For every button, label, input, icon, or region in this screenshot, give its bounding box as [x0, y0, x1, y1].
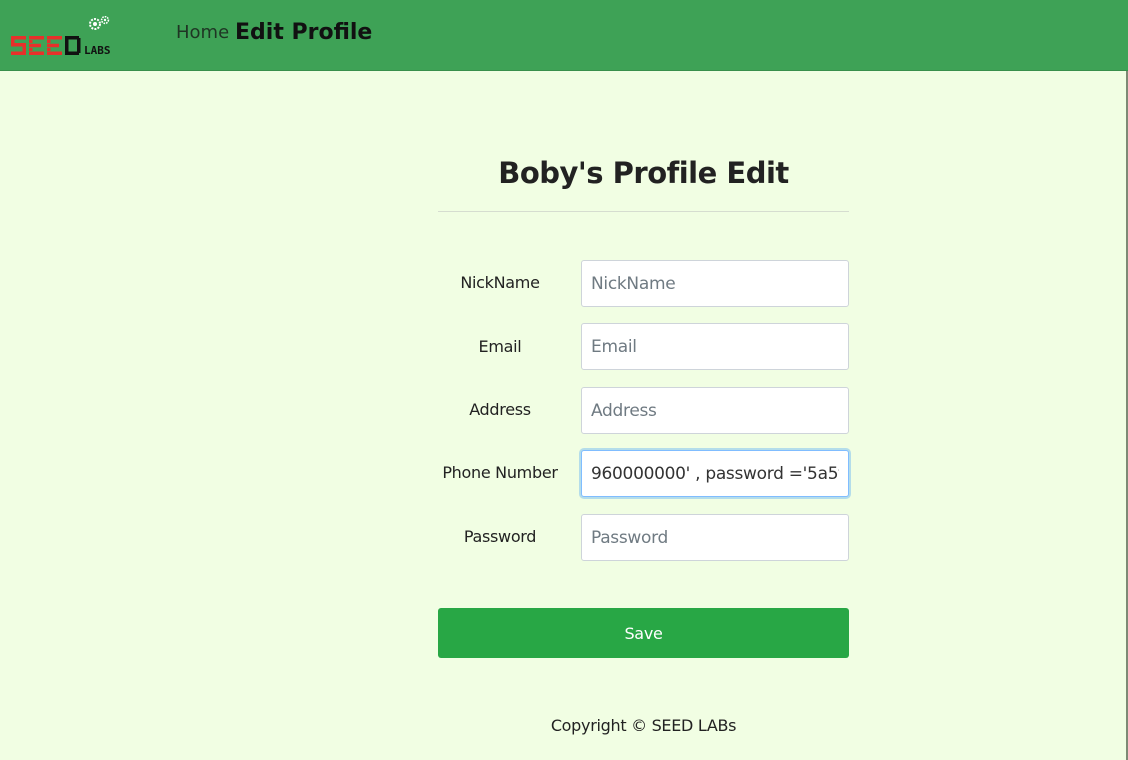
- footer-copyright: Copyright © SEED LABs: [550, 716, 737, 735]
- password-label: Password: [463, 527, 537, 546]
- seed-labs-logo[interactable]: LABS: [10, 16, 138, 60]
- nav-edit-profile-link[interactable]: Edit Profile: [235, 20, 372, 45]
- nickname-label: NickName: [460, 273, 540, 292]
- logo-d-letter: [65, 36, 81, 55]
- phone-number-label: Phone Number: [442, 463, 558, 482]
- nickname-input[interactable]: [581, 260, 849, 307]
- password-input[interactable]: [581, 514, 849, 561]
- email-label: Email: [478, 337, 522, 356]
- logo-seed-letters: [11, 36, 62, 55]
- address-label: Address: [469, 400, 531, 419]
- email-input[interactable]: [581, 323, 849, 370]
- navbar: LABS Home Edit Profile: [0, 0, 1128, 71]
- nav-home-link[interactable]: Home: [176, 22, 229, 43]
- address-input[interactable]: [581, 387, 849, 434]
- phone-number-input[interactable]: [581, 450, 849, 497]
- logo-labs-text: LABS: [84, 44, 111, 57]
- save-button[interactable]: Save: [438, 608, 849, 658]
- page-title: Boby's Profile Edit: [498, 156, 789, 190]
- title-divider: [438, 211, 849, 212]
- gear-icon: [89, 16, 110, 30]
